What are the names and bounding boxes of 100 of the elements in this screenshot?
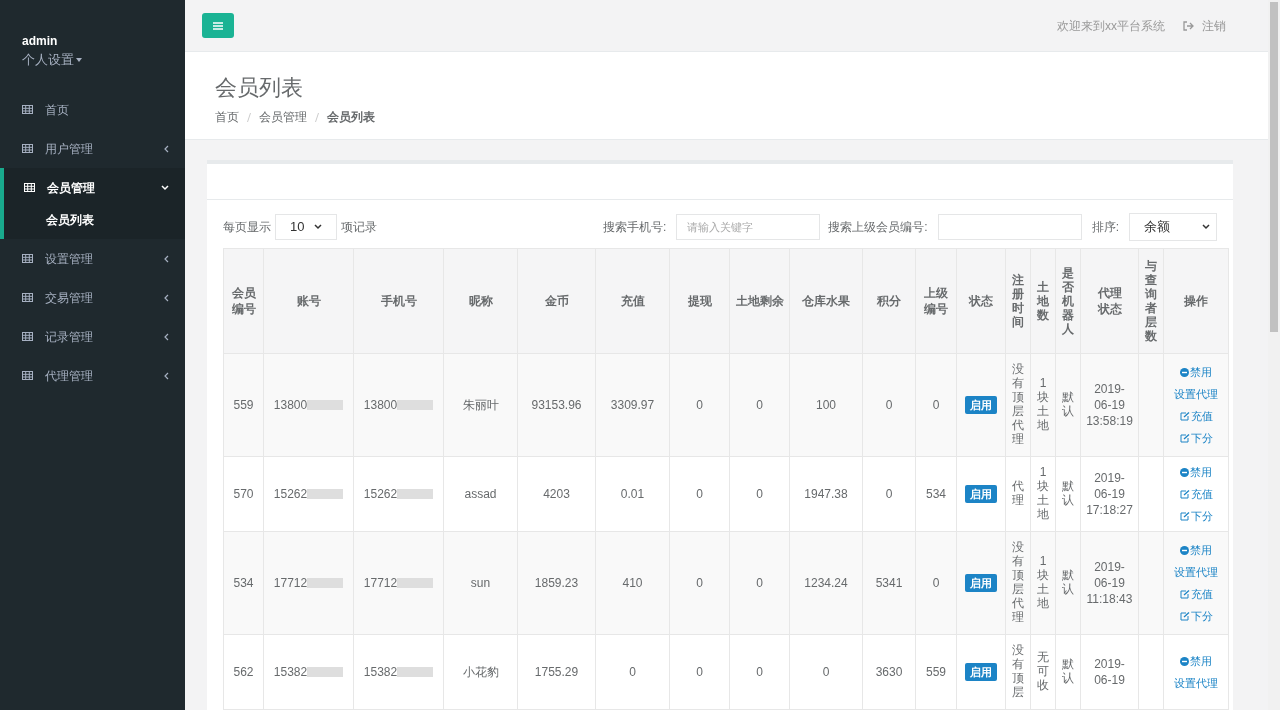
personal-settings-link[interactable]: 个人设置 [22, 50, 185, 70]
column-header: 会员编号 [231, 285, 256, 317]
column-header: 手机号 [380, 294, 417, 308]
blurred-digits [307, 400, 344, 410]
grid-icon [22, 332, 33, 341]
minus-circle-icon [1180, 656, 1189, 666]
table-cell: 0 [756, 487, 763, 501]
blurred-digits [307, 667, 344, 677]
action-link[interactable]: 充值 [1179, 487, 1213, 501]
column-header: 注册时间 [1012, 272, 1024, 329]
minus-circle-icon [1180, 545, 1189, 555]
action-link[interactable]: 禁用 [1180, 543, 1212, 557]
table-cell: 0 [756, 398, 763, 412]
table-cell: assad [464, 487, 497, 501]
welcome-text: 欢迎来到xx平台系统 [1057, 17, 1165, 35]
column-header: 与查询者层数 [1145, 258, 1157, 343]
table-cell: 1块土地 [1037, 465, 1049, 521]
per-page-label: 每页显示 [223, 219, 271, 236]
table-cell: 0 [756, 576, 763, 590]
status-badge: 启用 [965, 484, 997, 504]
action-link[interactable]: 设置代理 [1174, 387, 1218, 401]
table-cell-text: 06-19 [1093, 397, 1126, 413]
table-cell: sun [470, 576, 491, 590]
sidebar-item[interactable]: 用户管理 [0, 129, 185, 168]
table-cell: 0 [756, 665, 763, 679]
table-cell-text: 15382 [363, 664, 398, 681]
column-header: 状态 [969, 294, 993, 308]
action-link[interactable]: 下分 [1179, 609, 1213, 623]
chevron-left-icon [163, 144, 169, 153]
table-cell: 0 [696, 487, 703, 501]
sidebar-item[interactable]: 首页 [0, 90, 185, 129]
column-header: 账号 [296, 294, 321, 308]
edit-icon [1179, 589, 1190, 599]
sort-select[interactable]: 余额 [1129, 213, 1217, 241]
table-cell: 534 [926, 487, 946, 501]
table-cell: 0 [696, 398, 703, 412]
minus-circle-icon [1180, 467, 1189, 477]
table-cell: 0.01 [620, 487, 645, 501]
page-title: 会员列表 [215, 74, 304, 102]
table-cell: 1947.38 [804, 487, 848, 501]
sidebar-item[interactable]: 代理管理 [0, 356, 185, 395]
table-cell-text: 06-19 [1093, 672, 1126, 688]
user-name: admin [22, 33, 59, 50]
per-page-select[interactable]: 10 [275, 214, 337, 240]
chevron-left-icon [163, 371, 169, 380]
table-cell-text: 2019- [1093, 381, 1126, 397]
table-cell-text: 15262 [363, 486, 398, 503]
action-link[interactable]: 禁用 [1180, 465, 1212, 479]
breadcrumb-separator-icon [315, 112, 319, 122]
table-cell: 小花豹 [462, 665, 499, 679]
action-link[interactable]: 设置代理 [1174, 676, 1218, 690]
sort-label: 排序: [1091, 219, 1119, 236]
parent-search-label: 搜索上级会员编号: [828, 219, 928, 236]
table-cell-text: 06-19 [1093, 575, 1126, 591]
breadcrumb-link[interactable]: 首页 [215, 108, 239, 126]
menu-icon [213, 21, 223, 30]
sidebar-item[interactable]: 记录管理 [0, 317, 185, 356]
blurred-digits [307, 489, 344, 499]
table-cell-text: 2019- [1093, 559, 1126, 575]
table-cell: 3630 [875, 665, 903, 679]
menu-toggle-button[interactable] [202, 13, 234, 38]
table-cell: 默认 [1062, 479, 1074, 507]
sidebar-subitem[interactable]: 会员列表 [4, 207, 185, 239]
action-link[interactable]: 下分 [1179, 431, 1213, 445]
action-link[interactable]: 下分 [1179, 509, 1213, 523]
blurred-digits [397, 578, 434, 588]
grid-icon [22, 144, 33, 153]
table-cell-text: 15262 [273, 486, 308, 503]
phone-search-field[interactable]: 请输入关键字 [676, 214, 821, 240]
action-link[interactable]: 禁用 [1180, 365, 1212, 379]
sign-out-icon [1183, 20, 1194, 31]
chevron-left-icon [163, 254, 169, 263]
action-link[interactable]: 禁用 [1180, 654, 1212, 668]
action-link[interactable]: 设置代理 [1174, 565, 1218, 579]
action-link[interactable]: 充值 [1179, 409, 1213, 423]
action-link[interactable]: 充值 [1179, 587, 1213, 601]
table-cell: 代理 [1012, 479, 1024, 507]
sidebar-item[interactable]: 设置管理 [0, 239, 185, 278]
column-header: 土地数 [1037, 279, 1049, 322]
status-badge: 启用 [965, 395, 997, 415]
table-cell-text: 11:18:43 [1085, 591, 1134, 607]
table-cell: 562 [233, 665, 254, 679]
table-cell: 默认 [1062, 657, 1074, 685]
chevron-down-icon [314, 224, 322, 230]
table-cell: 朱丽叶 [462, 398, 499, 412]
table-cell: 没有顶层代理 [1012, 540, 1024, 624]
breadcrumb-link[interactable]: 会员管理 [259, 108, 307, 126]
edit-icon [1179, 611, 1190, 621]
sidebar-item[interactable]: 交易管理 [0, 278, 185, 317]
breadcrumb-separator-icon [247, 112, 251, 122]
table-cell: 没有顶层代理 [1012, 362, 1024, 446]
table-cell: 570 [233, 487, 254, 501]
sidebar-item[interactable]: 会员管理 [4, 168, 185, 207]
breadcrumb-link[interactable]: 会员列表 [327, 108, 375, 126]
blurred-digits [397, 667, 434, 677]
table-cell-text: 17:18:27 [1085, 502, 1134, 518]
table-cell-text: 13:58:19 [1085, 413, 1134, 429]
table-cell: 5341 [875, 576, 903, 590]
table-cell: 559 [233, 398, 254, 412]
parent-search-field[interactable] [937, 214, 1082, 240]
